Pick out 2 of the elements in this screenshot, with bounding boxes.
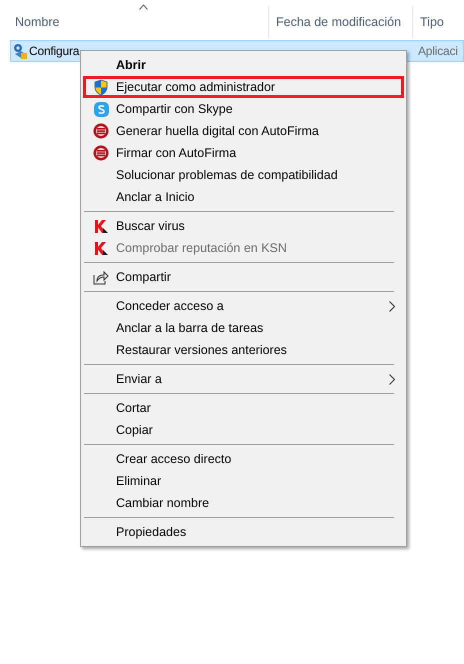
file-name: Configura [29,44,80,58]
file-type: Aplicaci [418,44,458,58]
